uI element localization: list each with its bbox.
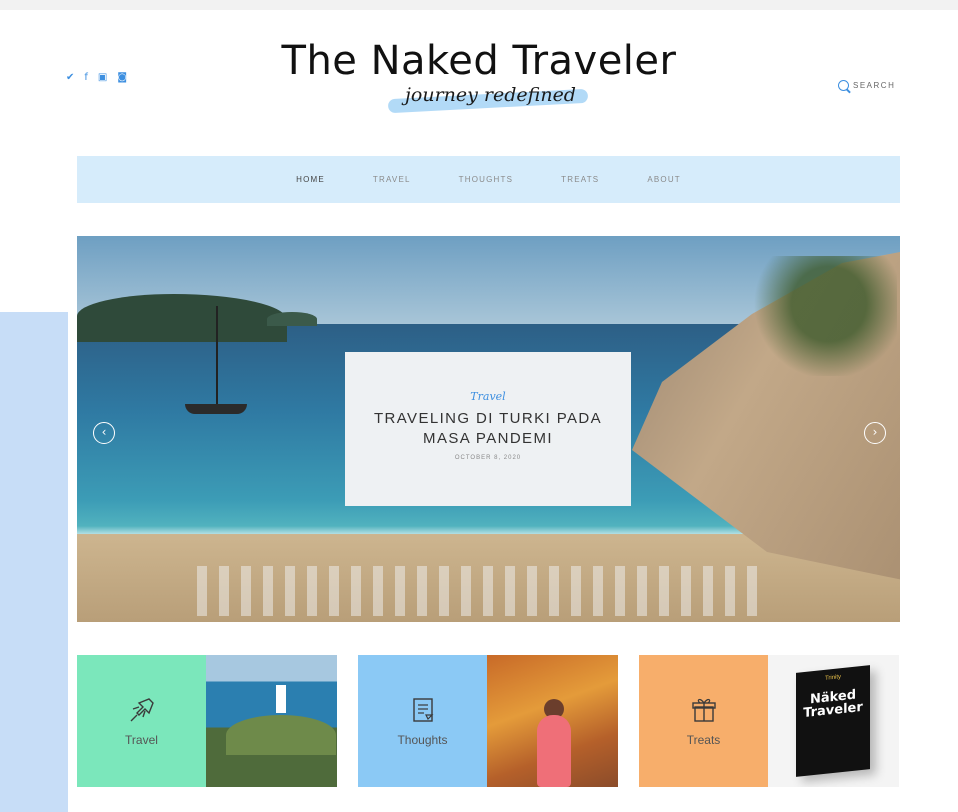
category-travel[interactable]: Travel [77,655,337,787]
hero-boat-mast [216,306,218,406]
category-treats-tile[interactable]: Treats [639,655,768,787]
category-label: Travel [125,733,158,747]
nav-thoughts[interactable]: THOUGHTS [459,175,514,184]
background-panel [0,312,68,812]
search-label: SEARCH [853,81,896,90]
hero-island [77,294,287,342]
photo-person [537,715,571,787]
post-category[interactable]: Travel [345,390,631,403]
tagline: journey redefined [387,84,593,114]
slider-prev-icon[interactable]: ‹ [93,422,115,444]
hero-boat [185,404,247,414]
book-title: Näked Traveler [803,687,863,722]
photo-hill [226,715,336,755]
search-button[interactable]: SEARCH [838,80,895,91]
search-icon [838,80,849,91]
airplane-icon [130,698,154,722]
book-icon [412,698,433,722]
category-treats-image[interactable]: Trinity Näked Traveler [768,655,899,787]
nav-about[interactable]: ABOUT [647,175,681,184]
hero-islet [267,312,317,326]
book-cover: Trinity Näked Traveler [796,665,870,777]
nav-travel[interactable]: TRAVEL [373,175,411,184]
category-thoughts-tile[interactable]: Thoughts [358,655,487,787]
category-label: Thoughts [397,733,448,747]
photo-lighthouse [276,685,286,713]
nav-home[interactable]: HOME [296,175,325,184]
hero-umbrellas [197,566,757,616]
category-travel-image[interactable] [206,655,337,787]
post-title[interactable]: TRAVELING DI TURKI PADA MASA PANDEMI [345,409,631,449]
post-date: OCTOBER 8, 2020 [454,455,522,461]
main-nav: HOME TRAVEL THOUGHTS TREATS ABOUT [77,156,900,203]
book-author: Trinity [824,674,842,682]
featured-post-card[interactable]: Travel TRAVELING DI TURKI PADA MASA PAND… [345,352,631,506]
tagline-text: journey redefined [405,84,576,106]
gift-icon [691,698,716,722]
hero-vegetation [727,256,897,376]
hero-slider[interactable]: ‹ › Travel TRAVELING DI TURKI PADA MASA … [77,236,900,622]
site-title[interactable]: The Naked Traveler [0,38,958,84]
slider-next-icon[interactable]: › [864,422,886,444]
nav-treats[interactable]: TREATS [561,175,599,184]
category-treats[interactable]: Treats Trinity Näked Traveler [639,655,899,787]
category-thoughts[interactable]: Thoughts [358,655,618,787]
category-travel-tile[interactable]: Travel [77,655,206,787]
category-label: Treats [686,733,721,747]
category-thoughts-image[interactable] [487,655,618,787]
background-strip [0,0,958,10]
